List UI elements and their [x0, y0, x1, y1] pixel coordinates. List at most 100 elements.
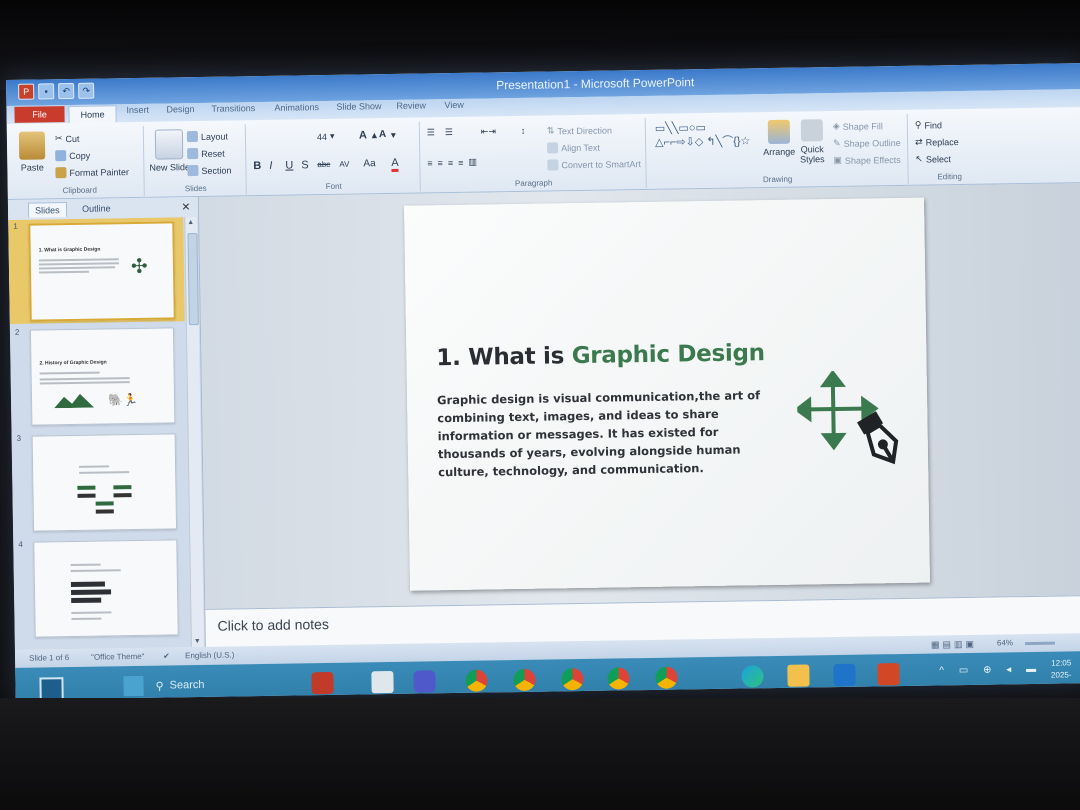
chrome-profile-3-icon[interactable]: [561, 668, 584, 691]
slide-canvas[interactable]: 1. What is Graphic Design Graphic design…: [404, 197, 931, 591]
scroll-up-icon[interactable]: ▲: [187, 219, 194, 226]
shape-effects-button[interactable]: ▣ Shape Effects: [833, 154, 901, 166]
chrome-profile-5-icon[interactable]: [655, 666, 678, 689]
tab-transitions[interactable]: Transitions: [211, 103, 255, 114]
underline-button[interactable]: U: [285, 159, 293, 171]
text-direction-icon: ⇅: [546, 125, 555, 136]
paint-bucket-icon: ◈: [832, 120, 840, 132]
spellcheck-icon[interactable]: ✔: [163, 651, 170, 660]
quick-access-toolbar: P ▪ ↶ ↷: [18, 82, 95, 100]
find-button[interactable]: ⚲ Find: [915, 119, 942, 130]
align-center-icon: ≡: [437, 157, 445, 168]
tab-animations[interactable]: Animations: [274, 102, 319, 113]
align-buttons[interactable]: ≡ ≡ ≡ ≡ ▥: [427, 157, 479, 169]
tab-home[interactable]: Home: [68, 105, 117, 125]
shape-outline-button[interactable]: ✎ Shape Outline: [833, 137, 901, 149]
view-buttons[interactable]: ▦▤▥▣: [931, 639, 977, 651]
tab-slides[interactable]: Slides: [27, 202, 67, 218]
align-left-icon: ≡: [427, 157, 435, 168]
tab-file[interactable]: File: [14, 106, 65, 123]
system-tray[interactable]: ^ ▭ ⊕ ◂ ▬: [939, 664, 1042, 677]
font-color-button[interactable]: A: [391, 156, 399, 172]
editing-group-label: Editing: [937, 171, 962, 182]
undo-icon[interactable]: ↶: [58, 82, 75, 100]
numbering-button[interactable]: ☰: [445, 127, 453, 138]
tab-view[interactable]: View: [444, 100, 464, 110]
quick-styles-button[interactable]: Quick Styles: [797, 119, 828, 165]
start-icon[interactable]: [123, 675, 144, 697]
bullets-button[interactable]: ☰: [427, 127, 435, 138]
character-spacing-button[interactable]: AV: [339, 160, 349, 169]
slide-title[interactable]: 1. What is Graphic Design: [436, 340, 765, 371]
zoom-level[interactable]: 64%: [997, 638, 1013, 647]
arrange-button[interactable]: Arrange: [763, 119, 795, 157]
replace-button[interactable]: ⇄ Replace: [915, 136, 959, 148]
tab-slide-show[interactable]: Slide Show: [336, 101, 381, 112]
align-text-button[interactable]: Align Text: [547, 142, 600, 154]
group-editing: ⚲ Find ⇄ Replace ↖ Select Editing: [909, 113, 990, 184]
edge-icon[interactable]: [741, 665, 764, 688]
copy-button[interactable]: Copy: [55, 150, 90, 162]
close-icon[interactable]: ×: [182, 198, 190, 214]
tab-insert[interactable]: Insert: [126, 105, 149, 115]
save-icon[interactable]: ▪: [38, 83, 55, 100]
indent-button[interactable]: ⇤⇥: [481, 126, 496, 137]
bold-button[interactable]: B: [253, 160, 261, 172]
task-view-icon[interactable]: [371, 670, 394, 694]
convert-smartart-button[interactable]: Convert to SmartArt: [547, 158, 641, 171]
tab-design[interactable]: Design: [166, 104, 194, 114]
font-size-box[interactable]: 44 ▾: [317, 131, 335, 142]
layout-button[interactable]: Layout: [186, 130, 228, 143]
select-button[interactable]: ↖ Select: [915, 153, 951, 165]
taskbar-clock[interactable]: 12:05 2025-: [1051, 657, 1072, 681]
slide-thumbnail-3[interactable]: 3: [12, 429, 189, 536]
section-button[interactable]: Section: [187, 164, 232, 177]
shape-fill-button[interactable]: ◈ Shape Fill: [833, 120, 883, 132]
paste-button[interactable]: Paste: [18, 131, 46, 173]
powerpoint-logo-icon[interactable]: P: [18, 83, 35, 100]
cut-button[interactable]: ✂ Cut: [55, 133, 80, 144]
redo-icon[interactable]: ↷: [78, 82, 95, 99]
format-painter-button[interactable]: Format Painter: [55, 166, 129, 179]
strikethrough-button[interactable]: abc: [317, 160, 330, 169]
chrome-profile-4-icon[interactable]: [607, 667, 630, 690]
vscode-icon[interactable]: [833, 663, 856, 687]
tab-outline[interactable]: Outline: [76, 201, 117, 216]
powerpoint-taskbar-icon[interactable]: [877, 663, 900, 686]
shapes-gallery[interactable]: ▭╲╲▭○▭ △⌐⌐⇨⇩◇ ↰╲⌒{}☆: [655, 120, 755, 150]
italic-button[interactable]: I: [269, 160, 272, 172]
screen: P ▪ ↶ ↷ Presentation1 - Microsoft PowerP…: [6, 63, 1080, 700]
file-explorer-icon[interactable]: [787, 664, 810, 687]
slide-thumbnail-1[interactable]: 1 1. What is Graphic Design ✣: [8, 217, 185, 324]
format-painter-icon: [55, 167, 67, 179]
text-shadow-button[interactable]: S: [301, 159, 309, 171]
scroll-thumb[interactable]: [187, 233, 199, 326]
zoom-slider[interactable]: [1024, 641, 1055, 646]
scroll-down-icon[interactable]: ▼: [194, 638, 201, 645]
new-slide-button[interactable]: New Slide: [149, 129, 190, 173]
widgets-icon[interactable]: [39, 677, 64, 700]
news-app-icon[interactable]: [311, 671, 334, 695]
slide-body-text[interactable]: Graphic design is visual communication,t…: [437, 386, 788, 481]
slide-thumbnail-2[interactable]: 2 2. History of Graphic Design 🐘🏃: [10, 323, 187, 430]
text-direction-button[interactable]: ⇅ Text Direction: [547, 124, 612, 136]
slide-thumbnail-4[interactable]: 4: [13, 535, 190, 642]
line-spacing-icon: ↕: [520, 125, 526, 136]
teams-icon[interactable]: [413, 670, 436, 693]
grow-font-button[interactable]: A ▲: [359, 129, 379, 141]
scissors-icon: ✂: [54, 133, 63, 144]
change-case-button[interactable]: Aa: [363, 158, 375, 169]
chrome-profile-2-icon[interactable]: [513, 668, 536, 692]
chrome-icon[interactable]: [465, 669, 488, 692]
group-drawing: ▭╲╲▭○▭ △⌐⌐⇨⇩◇ ↰╲⌒{}☆ Arrange Quick Style…: [646, 113, 909, 188]
reset-button[interactable]: Reset: [187, 147, 225, 160]
move-arrows-pen-icon: [796, 369, 899, 465]
taskbar-search[interactable]: ⚲ Search: [155, 673, 275, 697]
theme-name[interactable]: "Office Theme": [91, 652, 145, 662]
language-indicator[interactable]: English (U.S.): [185, 650, 234, 660]
tab-review[interactable]: Review: [396, 100, 426, 110]
move-arrows-icon: ✣: [130, 255, 148, 279]
shrink-font-button[interactable]: A ▼: [379, 129, 398, 140]
reset-icon: [187, 147, 199, 160]
line-spacing-button[interactable]: ↕: [521, 126, 526, 136]
